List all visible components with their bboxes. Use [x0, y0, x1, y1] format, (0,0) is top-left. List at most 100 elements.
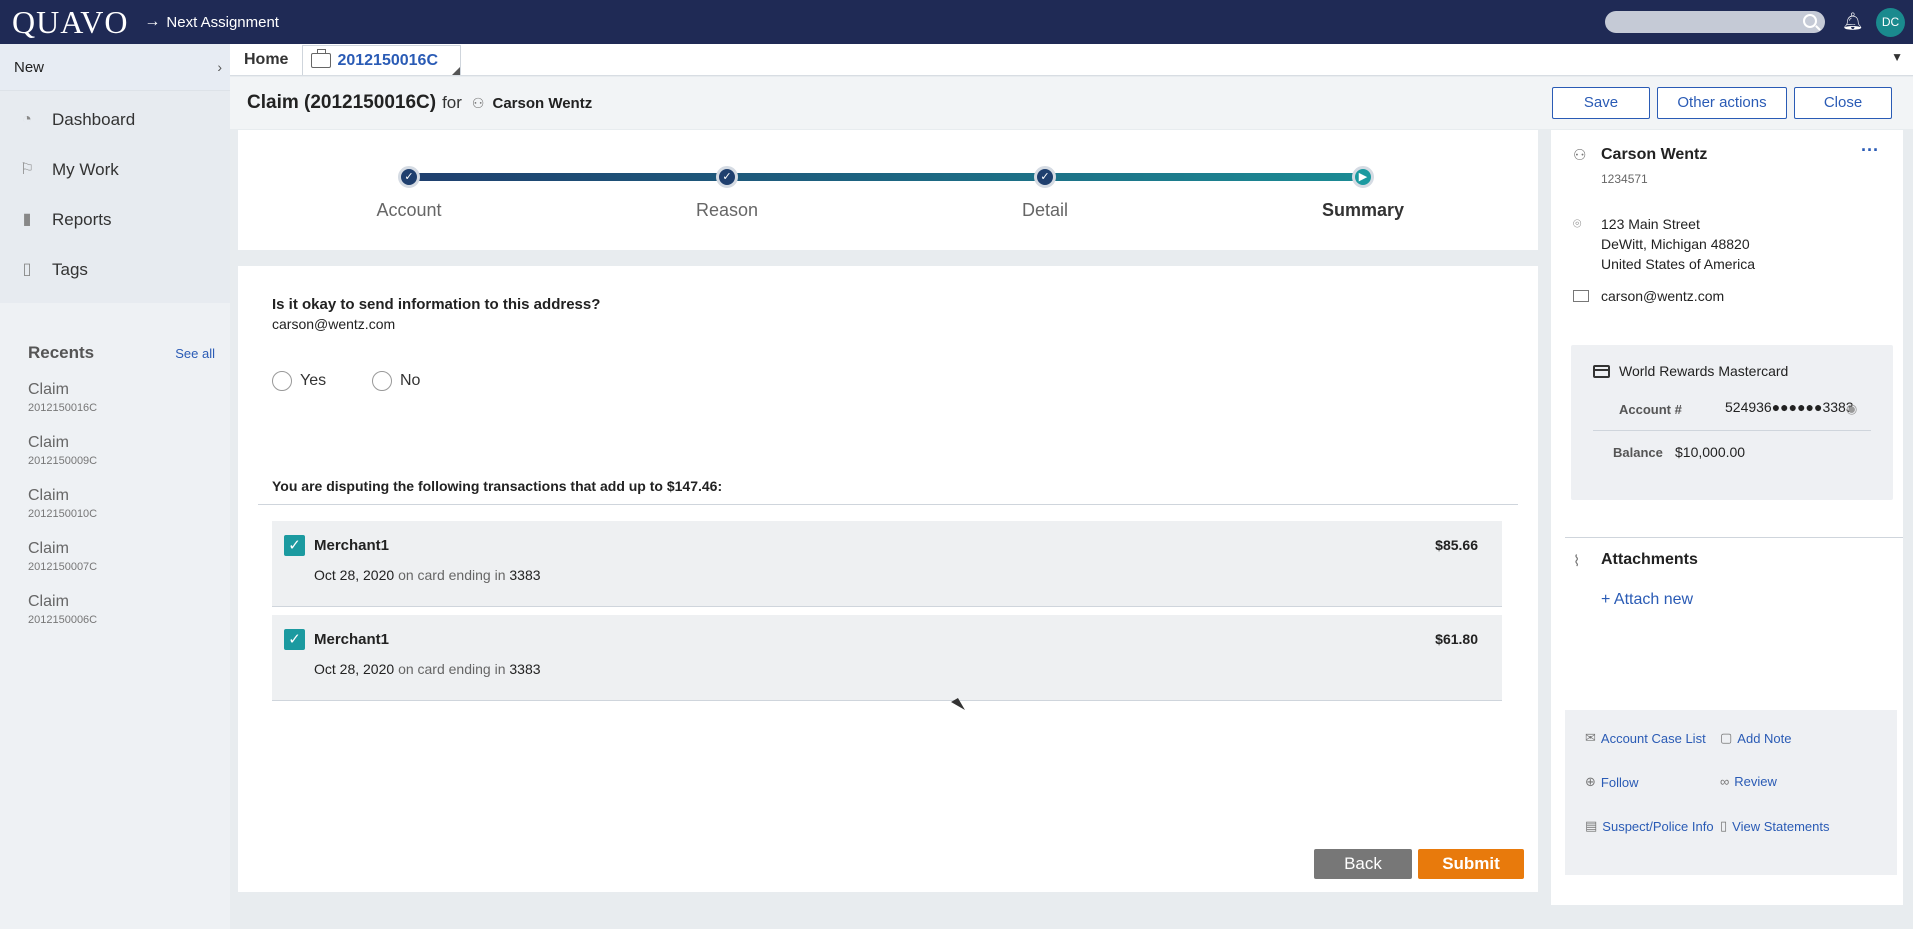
save-button[interactable]: Save: [1552, 87, 1650, 119]
person-icon: ⚇: [1573, 147, 1587, 164]
case-header: Claim (2012150016C) for ⚇ Carson Wentz S…: [230, 77, 1913, 129]
transaction-checkbox[interactable]: ✓: [284, 535, 305, 556]
case-list-icon: ✉: [1585, 730, 1596, 745]
recents-title: Recents: [28, 343, 95, 362]
add-note-link[interactable]: ▢ Add Note: [1720, 730, 1792, 746]
dispute-summary-text: You are disputing the following transact…: [272, 478, 723, 494]
avatar[interactable]: DC: [1876, 8, 1905, 37]
follow-link[interactable]: ⊕ Follow: [1585, 774, 1638, 790]
summary-form: Is it okay to send information to this a…: [238, 266, 1538, 892]
attachments-title: Attachments: [1601, 551, 1698, 568]
page-title: Claim (2012150016C): [247, 92, 437, 113]
bell-icon[interactable]: 🔔︎: [1842, 12, 1864, 32]
step-summary-play-icon: ▶: [1352, 166, 1374, 188]
document-icon: ▯: [1720, 818, 1728, 833]
divider: [1593, 430, 1871, 431]
search-icon[interactable]: [1803, 14, 1817, 28]
top-bar: QUAVO → Next Assignment 🔔︎ DC: [0, 0, 1913, 44]
progress-stepper: ✓ ✓ ✓ ▶ Account Reason Detail Summary: [238, 130, 1538, 250]
briefcase-icon: [311, 49, 332, 68]
location-pin-icon: ⌾: [1573, 215, 1582, 231]
step-account-check-icon: ✓: [398, 166, 420, 188]
tab-claim[interactable]: 2012150016C: [302, 45, 461, 75]
divider: [1565, 537, 1903, 538]
step-label-detail: Detail: [1021, 200, 1069, 220]
mail-icon: [1573, 290, 1589, 302]
transaction-row: ✓ Merchant1 $85.66 Oct 28, 2020 on card …: [272, 521, 1502, 607]
search-input[interactable]: [1605, 11, 1825, 33]
recents-section: Recents See all Claim 2012150016C Claim …: [0, 303, 230, 626]
tab-list-caret-icon[interactable]: ▼: [1891, 50, 1903, 64]
recent-item[interactable]: Claim 2012150010C: [28, 487, 215, 520]
customer-address: 123 Main Street DeWitt, Michigan 48820 U…: [1601, 216, 1756, 272]
step-reason-check-icon: ✓: [716, 166, 738, 188]
tab-strip: Home 2012150016C ▼: [230, 44, 1913, 76]
for-label: for: [442, 93, 462, 112]
other-actions-button[interactable]: Other actions: [1657, 87, 1787, 119]
glasses-icon: ∞: [1720, 774, 1730, 789]
chevron-right-icon: ›: [217, 59, 222, 75]
tab-resize-corner: [452, 67, 460, 75]
bar-chart-icon: ▮: [22, 211, 32, 228]
transaction-amount: $85.66: [1435, 537, 1478, 553]
radio-no[interactable]: No: [372, 371, 420, 391]
eye-icon[interactable]: ◉: [1846, 401, 1857, 417]
transaction-amount: $61.80: [1435, 631, 1478, 647]
credit-card-icon: [1593, 365, 1610, 378]
more-options-icon[interactable]: ···: [1861, 140, 1879, 161]
step-label-summary: Summary: [1321, 200, 1405, 220]
recent-item[interactable]: Claim 2012150016C: [28, 381, 215, 414]
case-actions: ✉ Account Case List ▢ Add Note ⊕ Follow …: [1565, 710, 1897, 875]
customer-name: Carson Wentz: [1601, 146, 1708, 163]
recent-item[interactable]: Claim 2012150007C: [28, 540, 215, 573]
arrow-right-icon: →: [144, 13, 161, 30]
person-icon: ⚇: [471, 94, 485, 111]
transaction-checkbox[interactable]: ✓: [284, 629, 305, 650]
recent-item[interactable]: Claim 2012150009C: [28, 434, 215, 467]
account-card: World Rewards Mastercard Account # 52493…: [1571, 345, 1893, 500]
radio-circle[interactable]: [272, 371, 292, 391]
divider: [258, 504, 1518, 505]
plus-icon: +: [1601, 591, 1611, 608]
note-icon: ▢: [1720, 730, 1733, 745]
sidebar-item-tags[interactable]: ▯ Tags: [0, 245, 230, 295]
radio-circle[interactable]: [372, 371, 392, 391]
recent-item[interactable]: Claim 2012150006C: [28, 593, 215, 626]
sidebar-item-dashboard[interactable]: ◔ Dashboard: [0, 95, 230, 145]
see-all-link[interactable]: See all: [175, 346, 215, 361]
customer-name[interactable]: Carson Wentz: [492, 95, 592, 112]
stepper-track: [410, 173, 1365, 181]
sidebar-item-my-work[interactable]: ⚐ My Work: [0, 145, 230, 195]
flag-icon: ⚐: [19, 161, 35, 178]
balance-value: $10,000.00: [1675, 444, 1746, 460]
next-assignment-link[interactable]: → Next Assignment: [144, 13, 279, 31]
balance-label: Balance: [1613, 445, 1663, 460]
step-label-account: Account: [376, 200, 442, 220]
address-email: carson@wentz.com: [272, 316, 396, 332]
paperclip-icon: ⌇: [1573, 553, 1581, 570]
dashboard-icon: ◔: [22, 111, 32, 128]
account-case-list-link[interactable]: ✉ Account Case List: [1585, 730, 1706, 746]
sidebar: New › ◔ Dashboard ⚐ My Work ▮ Reports ▯ …: [0, 44, 230, 929]
sidebar-item-reports[interactable]: ▮ Reports: [0, 195, 230, 245]
back-button[interactable]: Back: [1314, 849, 1412, 879]
account-label: Account #: [1619, 402, 1682, 417]
close-button[interactable]: Close: [1794, 87, 1892, 119]
tag-icon: ▯: [22, 261, 32, 278]
submit-button[interactable]: Submit: [1418, 849, 1524, 879]
radio-yes[interactable]: Yes: [272, 371, 326, 391]
quavo-logo[interactable]: QUAVO: [12, 0, 128, 44]
account-number: 524936●●●●●●3383: [1725, 399, 1854, 415]
new-menu-button[interactable]: New ›: [0, 44, 230, 91]
suspect-police-info-link[interactable]: ▤ Suspect/Police Info: [1585, 818, 1714, 834]
tab-home[interactable]: Home: [230, 51, 302, 75]
address-question: Is it okay to send information to this a…: [272, 296, 601, 313]
transaction-row: ✓ Merchant1 $61.80 Oct 28, 2020 on card …: [272, 615, 1502, 701]
customer-id: 1234571: [1601, 172, 1648, 186]
view-statements-link[interactable]: ▯ View Statements: [1720, 818, 1829, 834]
attach-new-link[interactable]: + Attach new: [1601, 591, 1693, 609]
step-label-reason: Reason: [695, 200, 759, 220]
customer-email: carson@wentz.com: [1601, 288, 1725, 304]
review-link[interactable]: ∞ Review: [1720, 774, 1777, 789]
follow-icon: ⊕: [1585, 774, 1596, 789]
